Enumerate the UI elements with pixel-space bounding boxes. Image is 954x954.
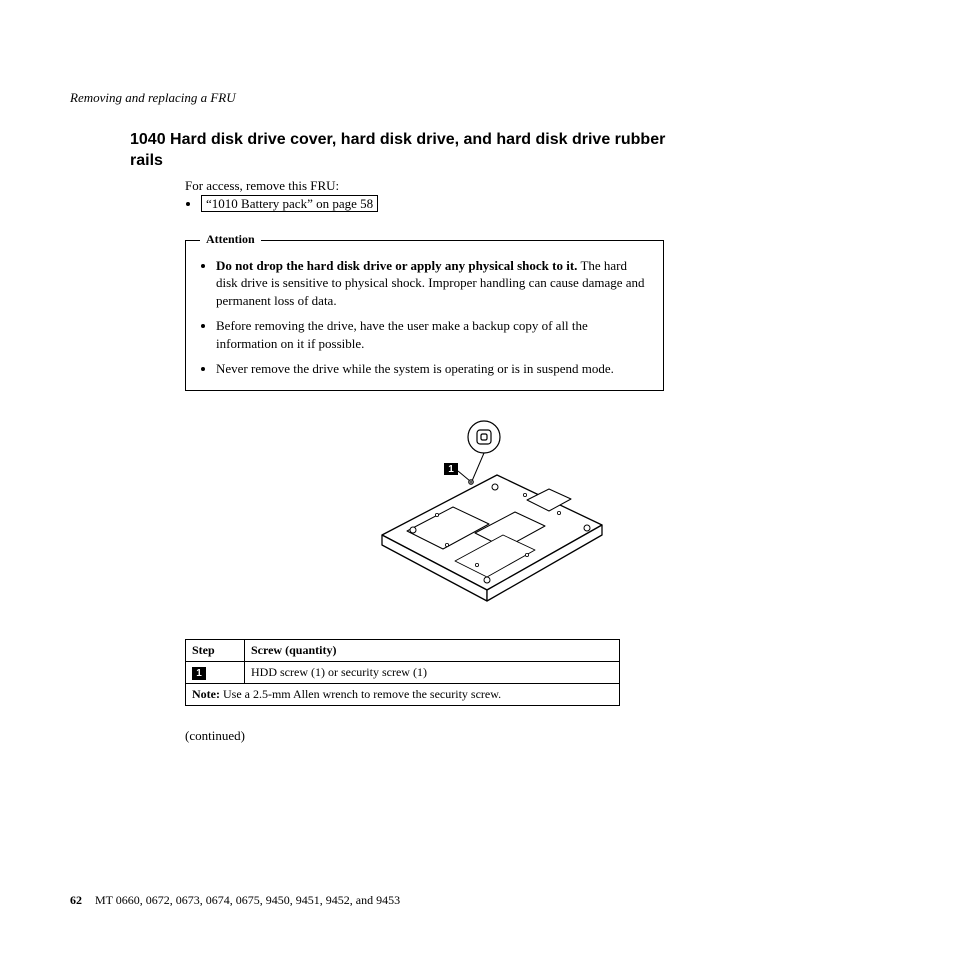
footer-text: MT 0660, 0672, 0673, 0674, 0675, 9450, 9… (95, 893, 400, 907)
continued-label: (continued) (185, 728, 884, 744)
laptop-base-icon (382, 475, 602, 601)
section-title: 1040 Hard disk drive cover, hard disk dr… (130, 130, 680, 172)
table-row: 1 HDD screw (1) or security screw (1) (186, 661, 620, 683)
access-list-item: “1010 Battery pack” on page 58 (201, 196, 884, 212)
table-note-row: Note: Use a 2.5-mm Allen wrench to remov… (186, 683, 620, 705)
intro-block: For access, remove this FRU: “1010 Batte… (185, 178, 884, 212)
page: Removing and replacing a FRU 1040 Hard d… (0, 0, 954, 744)
attention-item: Before removing the drive, have the user… (216, 317, 651, 352)
figure-laptop-bottom: 1 (70, 415, 884, 619)
cross-ref-link[interactable]: “1010 Battery pack” on page 58 (201, 195, 378, 212)
page-footer: 62 MT 0660, 0672, 0673, 0674, 0675, 9450… (70, 893, 400, 908)
attention-item: Never remove the drive while the system … (216, 360, 651, 378)
callout-label: 1 (448, 464, 454, 475)
attention-legend: Attention (200, 232, 261, 247)
running-head: Removing and replacing a FRU (70, 90, 884, 106)
note-label: Note: (192, 687, 220, 701)
page-number: 62 (70, 893, 82, 907)
attention-item: Do not drop the hard disk drive or apply… (216, 257, 651, 310)
screw-table: Step Screw (quantity) 1 HDD screw (1) or… (185, 639, 620, 706)
intro-lead: For access, remove this FRU: (185, 178, 884, 194)
laptop-diagram: 1 (327, 415, 627, 615)
note-text: Use a 2.5-mm Allen wrench to remove the … (220, 687, 501, 701)
col-step-header: Step (186, 639, 245, 661)
attention-bold: Do not drop the hard disk drive or apply… (216, 258, 577, 273)
screw-detail-icon (468, 421, 500, 453)
screw-cell: HDD screw (1) or security screw (1) (245, 661, 620, 683)
attention-box: Attention Do not drop the hard disk driv… (185, 240, 664, 391)
col-screw-header: Screw (quantity) (245, 639, 620, 661)
step-chip: 1 (192, 667, 206, 680)
